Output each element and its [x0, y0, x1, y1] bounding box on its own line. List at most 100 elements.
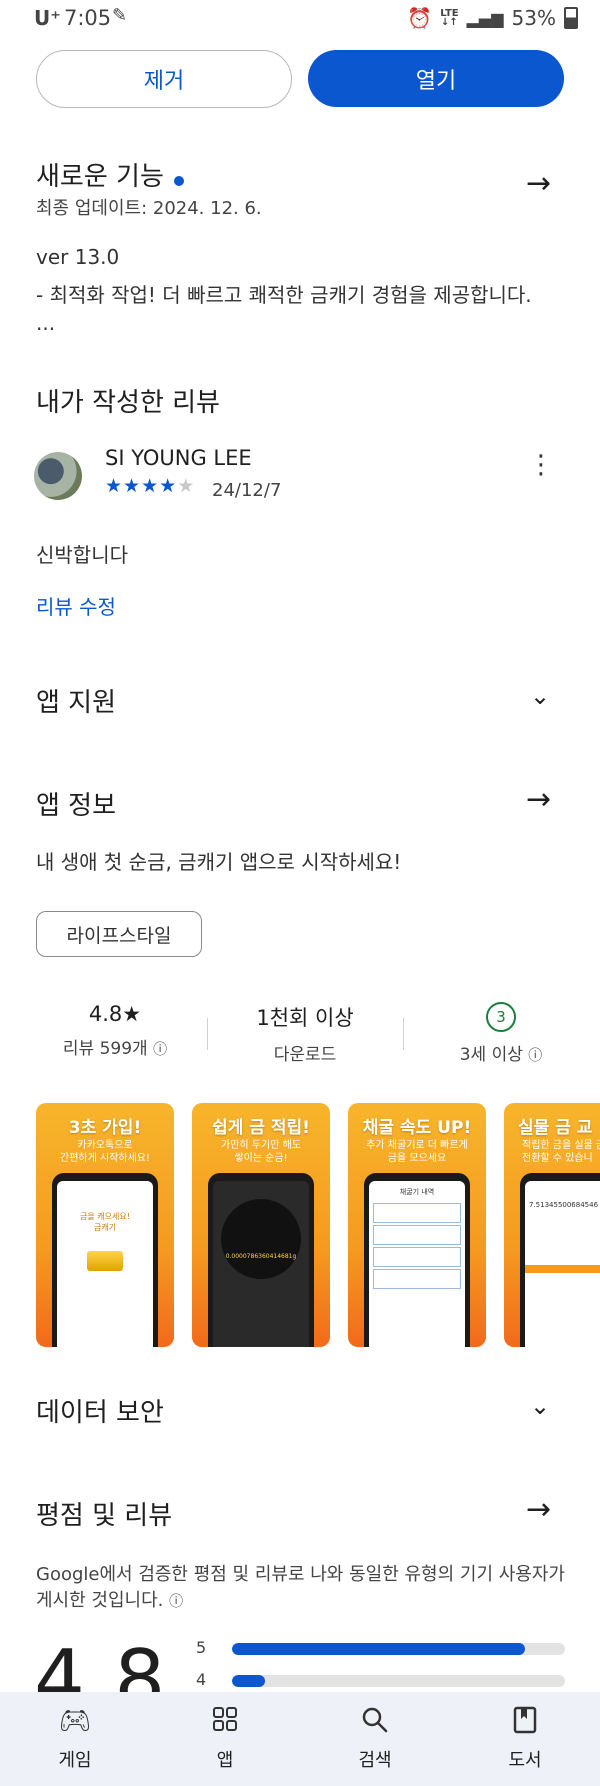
star-5-bar [232, 1643, 565, 1655]
info-icon: ⓘ [153, 1042, 168, 1058]
info-icon: ⓘ [169, 1594, 184, 1610]
review-text: 신박합니다 [36, 543, 128, 567]
star-4-bar [232, 1675, 565, 1687]
phone-mockup: 0.0000786360414681g [208, 1173, 314, 1347]
nav-games[interactable]: 🎮︎ 게임 [15, 1706, 135, 1772]
whats-new-arrow-icon[interactable]: → [526, 166, 551, 201]
screenshot-screen-text: 채굴기 내역 [399, 1188, 435, 1196]
carrier-label: U⁺ [34, 6, 61, 30]
star-icon: ★ [123, 475, 142, 497]
rating-count-label: 리뷰 599개 [62, 1039, 148, 1059]
gamepad-icon: 🎮︎ [58, 1706, 92, 1736]
app-screenshot[interactable]: 3초 가입! 카카오톡으로 간편하게 시작하세요! 금을 캐으세요! 금캐기 [36, 1103, 174, 1347]
battery-icon [564, 7, 578, 29]
star-icon: ★ [141, 475, 160, 497]
age-rating-badge: 3 [486, 1002, 516, 1032]
app-description: 내 생애 첫 순금, 금캐기 앱으로 시작하세요! [36, 850, 402, 874]
phone-mockup: 7.51345500684546 [520, 1173, 600, 1347]
star-5-bar-fill [232, 1643, 526, 1655]
book-icon [465, 1706, 585, 1740]
app-support-title[interactable]: 앱 지원 [36, 682, 116, 719]
gold-bar-icon [87, 1251, 123, 1271]
star-4-bar-fill [232, 1675, 266, 1687]
ratings-arrow-icon[interactable]: → [526, 1492, 551, 1527]
app-screenshot[interactable]: 채굴 속도 UP! 추가 채굴기로 더 빠르게 금을 모으세요 채굴기 내역 [348, 1103, 486, 1347]
app-info-title[interactable]: 앱 정보 [36, 785, 116, 822]
downloads-label: 다운로드 [273, 1045, 337, 1065]
release-notes: - 최적화 작업! 더 빠르고 쾌적한 금캐기 경험을 제공합니다. [36, 283, 532, 307]
avatar [34, 452, 82, 500]
screenshot-screen-text: 금을 캐으세요! 금캐기 [80, 1212, 130, 1232]
version-label: ver 13.0 [36, 245, 120, 269]
screenshot-subtitle: 가만히 두기만 해도 쌓이는 순금! [221, 1140, 301, 1164]
pencil-icon: ✎ [112, 5, 128, 26]
stat-divider [207, 1018, 208, 1050]
screenshot-headline: 3초 가입! [68, 1118, 142, 1138]
nav-apps-label: 앱 [216, 1750, 234, 1771]
star-4-label: 4 [196, 1670, 207, 1689]
age-rating-stat[interactable]: 3 3세 이상 ⓘ [426, 1002, 576, 1065]
star-5-label: 5 [196, 1638, 207, 1657]
battery-level: 53% [511, 6, 556, 30]
nav-games-label: 게임 [58, 1750, 92, 1771]
search-icon [315, 1706, 435, 1740]
stat-divider [403, 1018, 404, 1050]
edit-review-link[interactable]: 리뷰 수정 [36, 591, 116, 620]
age-rating-label: 3세 이상 [459, 1045, 523, 1065]
clock: 7:05 [64, 6, 112, 30]
nav-search[interactable]: 검색 [315, 1706, 435, 1772]
new-dot-indicator [173, 175, 184, 186]
gold-circle-icon [221, 1199, 301, 1279]
rating-stat[interactable]: 4.8★ 리뷰 599개 ⓘ [40, 1002, 190, 1059]
screenshot-headline: 실물 금 교 [518, 1118, 593, 1138]
app-screenshot[interactable]: 실물 금 교 적립한 금을 실물 금 전환할 수 있습니 7.513455006… [504, 1103, 600, 1347]
screenshot-subtitle: 적립한 금을 실물 금 전환할 수 있습니 [522, 1140, 600, 1164]
screenshot-screen-text: 7.51345500684546 [529, 1201, 599, 1209]
list-item [373, 1203, 461, 1223]
nav-apps[interactable]: 앱 [165, 1706, 285, 1772]
nav-books[interactable]: 도서 [465, 1706, 585, 1772]
screenshot-headline: 채굴 속도 UP! [362, 1118, 472, 1138]
open-button[interactable]: 열기 [308, 50, 564, 107]
more-options-icon[interactable]: ⋮ [528, 452, 554, 478]
chevron-down-icon[interactable]: ⌄ [530, 682, 550, 710]
ratings-reviews-title[interactable]: 평점 및 리뷰 [36, 1495, 172, 1532]
review-star-rating: ★★★★★ [105, 475, 195, 497]
info-icon: ⓘ [528, 1048, 543, 1064]
review-date: 24/12/7 [212, 480, 282, 501]
star-icon: ★ [159, 475, 178, 497]
downloads-value: 1천회 이상 [256, 1006, 354, 1030]
ratings-description: Google에서 검증한 평점 및 리뷰로 나와 동일한 유형의 기기 사용자가… [36, 1562, 566, 1615]
data-safety-title[interactable]: 데이터 보안 [36, 1392, 164, 1429]
apps-grid-icon [165, 1706, 285, 1740]
alarm-icon: ⏰ [407, 6, 433, 30]
uninstall-button[interactable]: 제거 [36, 50, 292, 108]
star-icon: ★ [105, 475, 124, 497]
app-screenshot[interactable]: 쉽게 금 적립! 가만히 두기만 해도 쌓이는 순금! 0.0000786360… [192, 1103, 330, 1347]
screenshot-headline: 쉽게 금 적립! [212, 1118, 310, 1138]
list-item [373, 1247, 461, 1267]
whats-new-header[interactable]: 새로운 기능 [36, 156, 184, 193]
rating-value: 4.8★ [88, 1002, 142, 1026]
network-indicator: LTE ↓↑ [440, 8, 459, 28]
status-bar: U⁺ 7:05 ✎ ⏰ LTE ↓↑ ▂▄▆ 53% [0, 0, 600, 38]
last-updated: 최종 업데이트: 2024. 12. 6. [36, 198, 262, 219]
nav-books-label: 도서 [508, 1750, 542, 1771]
release-notes-more: ... [36, 311, 56, 335]
screenshot-screen-text: 0.0000786360414681g [225, 1253, 297, 1260]
app-info-arrow-icon[interactable]: → [526, 782, 551, 817]
screenshot-subtitle: 추가 채굴기로 더 빠르게 금을 모으세요 [366, 1140, 468, 1164]
signal-icon: ▂▄▆ [466, 8, 504, 28]
nav-search-label: 검색 [358, 1750, 392, 1771]
screenshot-subtitle: 카카오톡으로 간편하게 시작하세요! [60, 1140, 150, 1164]
review-author: SI YOUNG LEE [105, 446, 252, 470]
list-item [373, 1269, 461, 1289]
my-review-title: 내가 작성한 리뷰 [36, 388, 220, 418]
category-chip[interactable]: 라이프스타일 [36, 911, 202, 957]
downloads-stat: 1천회 이상 다운로드 [230, 1002, 380, 1065]
star-empty-icon: ★ [177, 475, 196, 497]
chevron-down-icon[interactable]: ⌄ [530, 1392, 550, 1420]
whats-new-title: 새로운 기능 [36, 162, 164, 192]
bottom-navigation: 🎮︎ 게임 앱 검색 도서 [0, 1692, 600, 1786]
phone-mockup: 금을 캐으세요! 금캐기 [52, 1173, 158, 1347]
